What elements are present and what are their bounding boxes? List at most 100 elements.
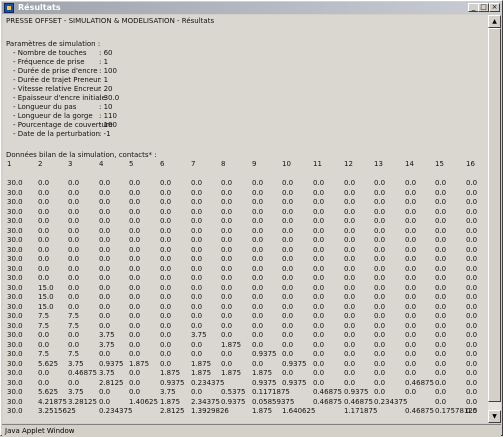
table-cell: 0.0 <box>313 265 325 273</box>
table-cell: 5.625 <box>38 388 59 396</box>
table-cell: 30.0 <box>7 379 23 387</box>
table-cell: 0.0 <box>191 236 203 244</box>
table-cell: 0.0 <box>313 227 325 235</box>
table-cell: 0.0 <box>68 255 80 263</box>
table-cell: 30.0 <box>7 407 23 415</box>
table-cell: 0.0 <box>68 208 80 216</box>
table-cell: 0.0 <box>221 284 233 292</box>
table-cell: 0.0 <box>405 198 417 206</box>
table-cell: 5.625 <box>38 360 59 368</box>
table-cell: 0.0 <box>374 255 386 263</box>
table-cell: 0.0 <box>435 293 447 301</box>
table-cell: 0.0 <box>466 217 478 225</box>
param-label: - Epaisseur d'encre initiale <box>13 94 106 102</box>
table-cell: 30.0 <box>7 293 23 301</box>
table-cell: 0.0 <box>191 227 203 235</box>
table-cell: 0.0 <box>191 341 203 349</box>
table-cell: 0.0 <box>374 369 386 377</box>
table-cell: 0.0 <box>99 246 111 254</box>
table-cell: 0.0 <box>160 208 172 216</box>
table-cell: 0.0 <box>191 293 203 301</box>
table-cell: 0.0 <box>344 379 356 387</box>
table-cell: 0.0 <box>99 227 111 235</box>
table-cell: 1.875 <box>160 398 181 406</box>
table-cell: 15.0 <box>38 303 54 311</box>
table-cell: 0.0 <box>252 246 264 254</box>
param-value: : 110 <box>99 112 117 120</box>
table-cell: 0.0 <box>252 360 264 368</box>
table-cell: 0.0 <box>344 369 356 377</box>
table-cell: 0.0 <box>129 265 141 273</box>
table-cell: 0.0 <box>435 331 447 339</box>
table-cell: 0.0 <box>405 208 417 216</box>
table-cell: 0.46875 <box>313 398 342 406</box>
table-cell: 0.0 <box>191 284 203 292</box>
column-header: 6 <box>160 160 165 168</box>
page-header: PRESSE OFFSET - SIMULATION & MODELISATIO… <box>6 17 215 25</box>
table-cell: 30.0 <box>7 322 23 330</box>
table-cell: 0.0 <box>405 255 417 263</box>
table-cell: 30.0 <box>7 398 23 406</box>
table-cell: 0.234375 <box>99 407 133 415</box>
table-cell: 0.0 <box>435 369 447 377</box>
scroll-down-button[interactable]: ▼ <box>488 410 501 423</box>
table-cell: 0.0 <box>344 331 356 339</box>
table-cell: 0.0 <box>221 265 233 273</box>
table-cell: 0.0 <box>282 236 294 244</box>
title-bar[interactable]: Résultats _ □ × <box>2 2 501 14</box>
table-cell: 0.0 <box>99 274 111 282</box>
table-cell: 0.0 <box>252 274 264 282</box>
table-cell: 0.0 <box>191 350 203 358</box>
column-header: 16 <box>466 160 475 168</box>
table-cell: 0.0 <box>282 331 294 339</box>
table-cell: 0.0 <box>252 303 264 311</box>
table-cell: 0.0 <box>405 227 417 235</box>
scroll-thumb[interactable] <box>488 28 501 402</box>
table-cell: 0.0 <box>405 312 417 320</box>
table-cell: 0.0 <box>374 284 386 292</box>
table-cell: 0.0 <box>466 303 478 311</box>
table-cell: 0.0 <box>435 189 447 197</box>
column-header: 8 <box>221 160 226 168</box>
table-cell: 0.0 <box>68 379 80 387</box>
table-cell: 7.5 <box>38 322 50 330</box>
table-cell: 0.0 <box>282 227 294 235</box>
table-cell: 0.0 <box>191 265 203 273</box>
table-cell: 1.875 <box>252 407 273 415</box>
table-cell: 0.0 <box>282 274 294 282</box>
table-cell: 0.0 <box>374 312 386 320</box>
table-cell: 0.0 <box>344 284 356 292</box>
table-cell: 0.0 <box>344 360 356 368</box>
table-cell: 0.0 <box>374 208 386 216</box>
scroll-up-button[interactable]: ▲ <box>488 15 501 28</box>
table-cell: 0.0 <box>344 293 356 301</box>
param-value: : 60 <box>99 49 113 57</box>
table-cell: 0.0 <box>313 341 325 349</box>
table-cell: 0.0 <box>221 236 233 244</box>
close-button[interactable]: × <box>489 3 500 12</box>
table-cell: 0.0 <box>221 303 233 311</box>
table-cell: 0.0 <box>344 322 356 330</box>
table-cell: 0.0 <box>99 236 111 244</box>
status-bar: Java Applet Window <box>2 424 501 437</box>
table-cell: 0.0 <box>160 350 172 358</box>
table-cell: 0.0 <box>252 179 264 187</box>
table-cell: 30.0 <box>7 312 23 320</box>
table-cell: 0.0 <box>466 379 478 387</box>
table-cell: 0.0 <box>344 217 356 225</box>
table-cell: 0.0 <box>435 312 447 320</box>
table-cell: 0.0 <box>252 208 264 216</box>
table-cell: 0.0 <box>99 303 111 311</box>
table-cell: 0.0 <box>282 350 294 358</box>
table-cell: 0.0 <box>282 312 294 320</box>
table-cell: 0.0 <box>191 246 203 254</box>
table-cell: 0.234375 <box>374 398 408 406</box>
table-cell: 30.0 <box>7 236 23 244</box>
table-cell: 0.0 <box>374 322 386 330</box>
maximize-button[interactable]: □ <box>478 3 489 12</box>
table-cell: 0.0 <box>435 255 447 263</box>
vertical-scrollbar[interactable]: ▲ ▼ <box>488 15 501 423</box>
table-cell: 30.0 <box>7 217 23 225</box>
table-cell: 0.0 <box>405 303 417 311</box>
table-cell: 0.0 <box>405 284 417 292</box>
